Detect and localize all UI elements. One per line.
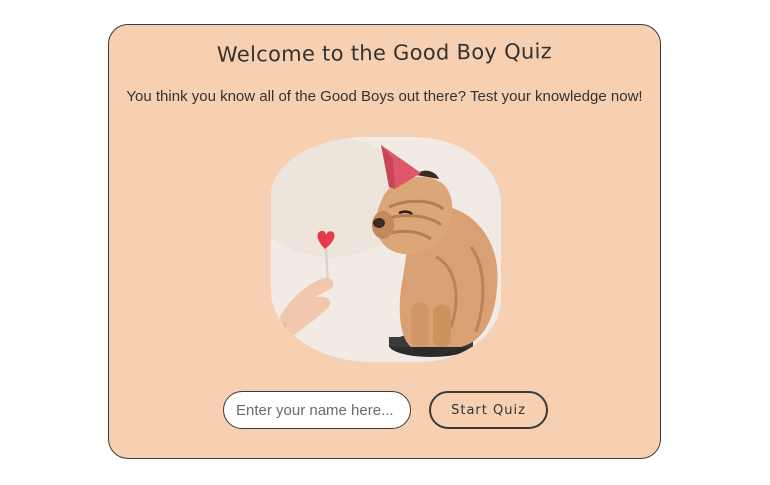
page-title: Welcome to the Good Boy Quiz	[216, 39, 553, 67]
shar-pei-party-hat-image	[271, 137, 501, 362]
quiz-card: Welcome to the Good Boy Quiz You think y…	[108, 24, 661, 459]
page-subtitle: You think you know all of the Good Boys …	[126, 88, 643, 105]
start-quiz-button[interactable]: Start Quiz	[429, 391, 548, 429]
name-input[interactable]	[223, 391, 411, 429]
